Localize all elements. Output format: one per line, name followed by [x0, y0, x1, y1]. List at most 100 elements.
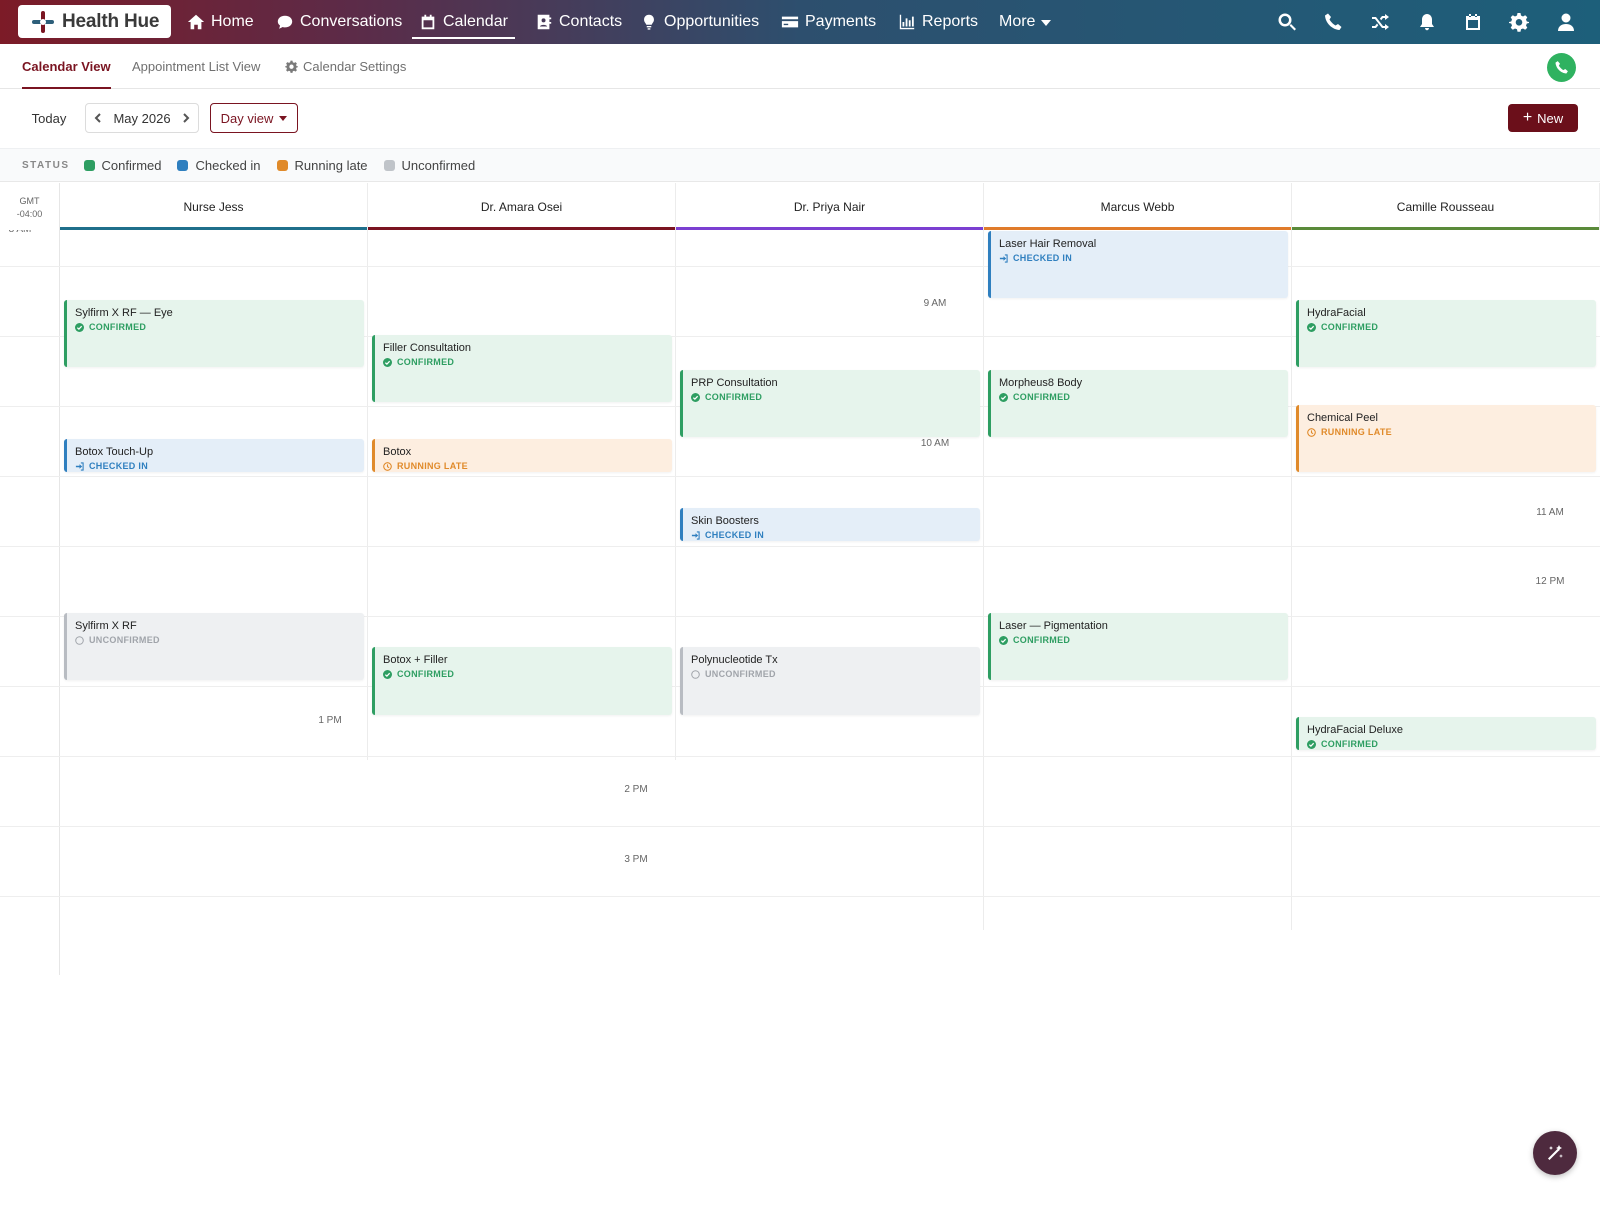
nav-contacts[interactable]: Contacts: [535, 0, 622, 44]
empty-circle-icon: [691, 670, 700, 679]
appointment-card[interactable]: Chemical Peel RUNNING LATE: [1296, 405, 1596, 472]
appointment-card[interactable]: Botox + Filler CONFIRMED: [372, 647, 672, 715]
appointment-card[interactable]: HydraFacial CONFIRMED: [1296, 300, 1596, 367]
view-selector-dropdown[interactable]: Day view: [210, 103, 298, 133]
time-slot-line: [0, 476, 1600, 477]
clock-icon: [1307, 428, 1316, 437]
chevron-left-icon[interactable]: [86, 104, 110, 132]
timezone-label: GMT -04:00: [0, 183, 60, 230]
staff-name: Dr. Priya Nair: [793, 199, 866, 214]
legend-swatch: [383, 159, 395, 171]
shuffle-icon[interactable]: [1370, 12, 1390, 32]
bell-icon[interactable]: [1417, 12, 1437, 32]
nav-opportunities[interactable]: Opportunities: [640, 0, 759, 44]
time-label: 1 PM: [318, 715, 342, 726]
appointment-card[interactable]: Botox RUNNING LATE: [372, 439, 672, 472]
staff-name: Marcus Webb: [1100, 199, 1175, 214]
gear-icon[interactable]: [1509, 12, 1529, 32]
new-appointment-button[interactable]: + New: [1508, 104, 1578, 132]
nav-home-label: Home: [211, 13, 254, 30]
appointment-card[interactable]: Filler Consultation CONFIRMED: [372, 335, 672, 402]
check-circle-icon: [999, 636, 1008, 645]
appointment-card[interactable]: Sylfirm X RF UNCONFIRMED: [64, 613, 364, 680]
appointment-card[interactable]: Skin Boosters CHECKED IN: [680, 508, 980, 541]
nav-reports-label: Reports: [922, 13, 979, 30]
app-logo[interactable]: Health Hue: [18, 5, 171, 38]
nav-conversations[interactable]: Conversations: [276, 0, 402, 44]
appointment-card[interactable]: Morpheus8 Body CONFIRMED: [988, 370, 1288, 437]
appointment-card[interactable]: Laser — Pigmentation CONFIRMED: [988, 613, 1288, 680]
staff-column-header[interactable]: Nurse Jess: [60, 183, 368, 230]
ai-assistant-button[interactable]: [1533, 1131, 1577, 1175]
lightbulb-icon: [640, 13, 658, 31]
legend-label: Running late: [294, 157, 368, 173]
appointment-status: UNCONFIRMED: [691, 668, 980, 681]
nav-payments[interactable]: Payments: [781, 0, 876, 44]
appointment-status: CHECKED IN: [75, 460, 364, 472]
appointment-status-label: CHECKED IN: [89, 461, 149, 471]
appointment-card[interactable]: PRP Consultation CONFIRMED: [680, 370, 980, 437]
phone-icon[interactable]: [1323, 12, 1343, 32]
staff-column-header[interactable]: Camille Rousseau: [1292, 183, 1600, 230]
nav-calendar[interactable]: Calendar: [412, 0, 515, 44]
new-button-label: New: [1537, 110, 1564, 126]
appointment-card[interactable]: Polynucleotide Tx UNCONFIRMED: [680, 647, 980, 715]
sub-navigation-tabs: Calendar View Appointment List View Cale…: [0, 44, 1600, 89]
column-divider: [983, 230, 984, 930]
appointment-status-label: CONFIRMED: [705, 392, 763, 402]
staff-name: Camille Rousseau: [1396, 199, 1495, 214]
appointment-status: CONFIRMED: [75, 321, 364, 334]
legend-label: Confirmed: [101, 157, 162, 173]
today-button[interactable]: Today: [22, 103, 76, 133]
appointment-status-label: CHECKED IN: [1013, 253, 1073, 263]
column-divider: [367, 230, 368, 760]
credit-card-icon: [781, 13, 799, 31]
staff-column-header[interactable]: Dr. Priya Nair: [676, 183, 984, 230]
appointment-card[interactable]: HydraFacial Deluxe CONFIRMED: [1296, 717, 1596, 750]
legend-item-checked-in: Checked in: [177, 158, 261, 173]
user-icon[interactable]: [1556, 12, 1576, 32]
time-label: 9 AM: [923, 298, 947, 309]
legend-swatch: [177, 159, 189, 171]
day-calendar-grid: GMT -04:00 Nurse Jess Dr. Amara Osei Dr. P…: [0, 183, 1600, 976]
appointment-status-label: CONFIRMED: [1321, 739, 1379, 749]
appointment-status-label: RUNNING LATE: [1321, 427, 1392, 437]
tab-calendar-view[interactable]: Calendar View: [22, 44, 111, 89]
bar-chart-icon: [898, 13, 916, 31]
time-grid: 8 AM 9 AM 10 AM 11 AM 12 PM 1 PM 2 PM 3 PM Laser…: [0, 230, 1600, 975]
appointment-status: CONFIRMED: [691, 391, 980, 404]
nav-more[interactable]: More: [999, 0, 1052, 44]
appointment-title: Laser — Pigmentation: [999, 620, 1108, 632]
empty-circle-icon: [75, 636, 84, 645]
logo-text: Health Hue: [62, 10, 160, 32]
appointment-status-label: CHECKED IN: [705, 530, 765, 540]
chat-icon: [276, 13, 294, 31]
nav-contacts-label: Contacts: [559, 13, 623, 30]
staff-column-header[interactable]: Dr. Amara Osei: [368, 183, 676, 230]
appointment-card[interactable]: Botox Touch-Up CHECKED IN: [64, 439, 364, 472]
check-circle-icon: [1307, 323, 1316, 332]
status-legend: STATUS Confirmed Checked in Running late…: [0, 148, 1600, 182]
nav-home[interactable]: Home: [187, 0, 254, 44]
tab-calendar-settings[interactable]: Calendar Settings: [285, 44, 406, 89]
chevron-right-icon[interactable]: [174, 104, 198, 132]
search-icon[interactable]: [1277, 12, 1297, 32]
timezone-line-1: GMT: [19, 196, 40, 206]
calendar-icon[interactable]: [1463, 12, 1483, 32]
tab-appointment-list-view[interactable]: Appointment List View: [132, 44, 260, 89]
time-label: 11 AM: [1536, 507, 1564, 518]
appointment-card[interactable]: Laser Hair Removal CHECKED IN: [988, 231, 1288, 298]
staff-column-header[interactable]: Marcus Webb: [984, 183, 1292, 230]
appointment-status: UNCONFIRMED: [75, 634, 364, 647]
call-button[interactable]: [1547, 53, 1576, 82]
chevron-down-icon: [1041, 20, 1052, 26]
nav-reports[interactable]: Reports: [898, 0, 978, 44]
time-label: 10 AM: [920, 438, 950, 449]
appointment-title: Sylfirm X RF — Eye: [75, 307, 173, 319]
current-month-label: May 2026: [113, 110, 171, 126]
appointment-status: CONFIRMED: [383, 668, 672, 681]
timezone-line-2: -04:00: [16, 209, 43, 219]
appointment-card[interactable]: Sylfirm X RF — Eye CONFIRMED: [64, 300, 364, 367]
staff-name: Dr. Amara Osei: [480, 199, 563, 214]
month-navigator: May 2026: [85, 103, 199, 133]
